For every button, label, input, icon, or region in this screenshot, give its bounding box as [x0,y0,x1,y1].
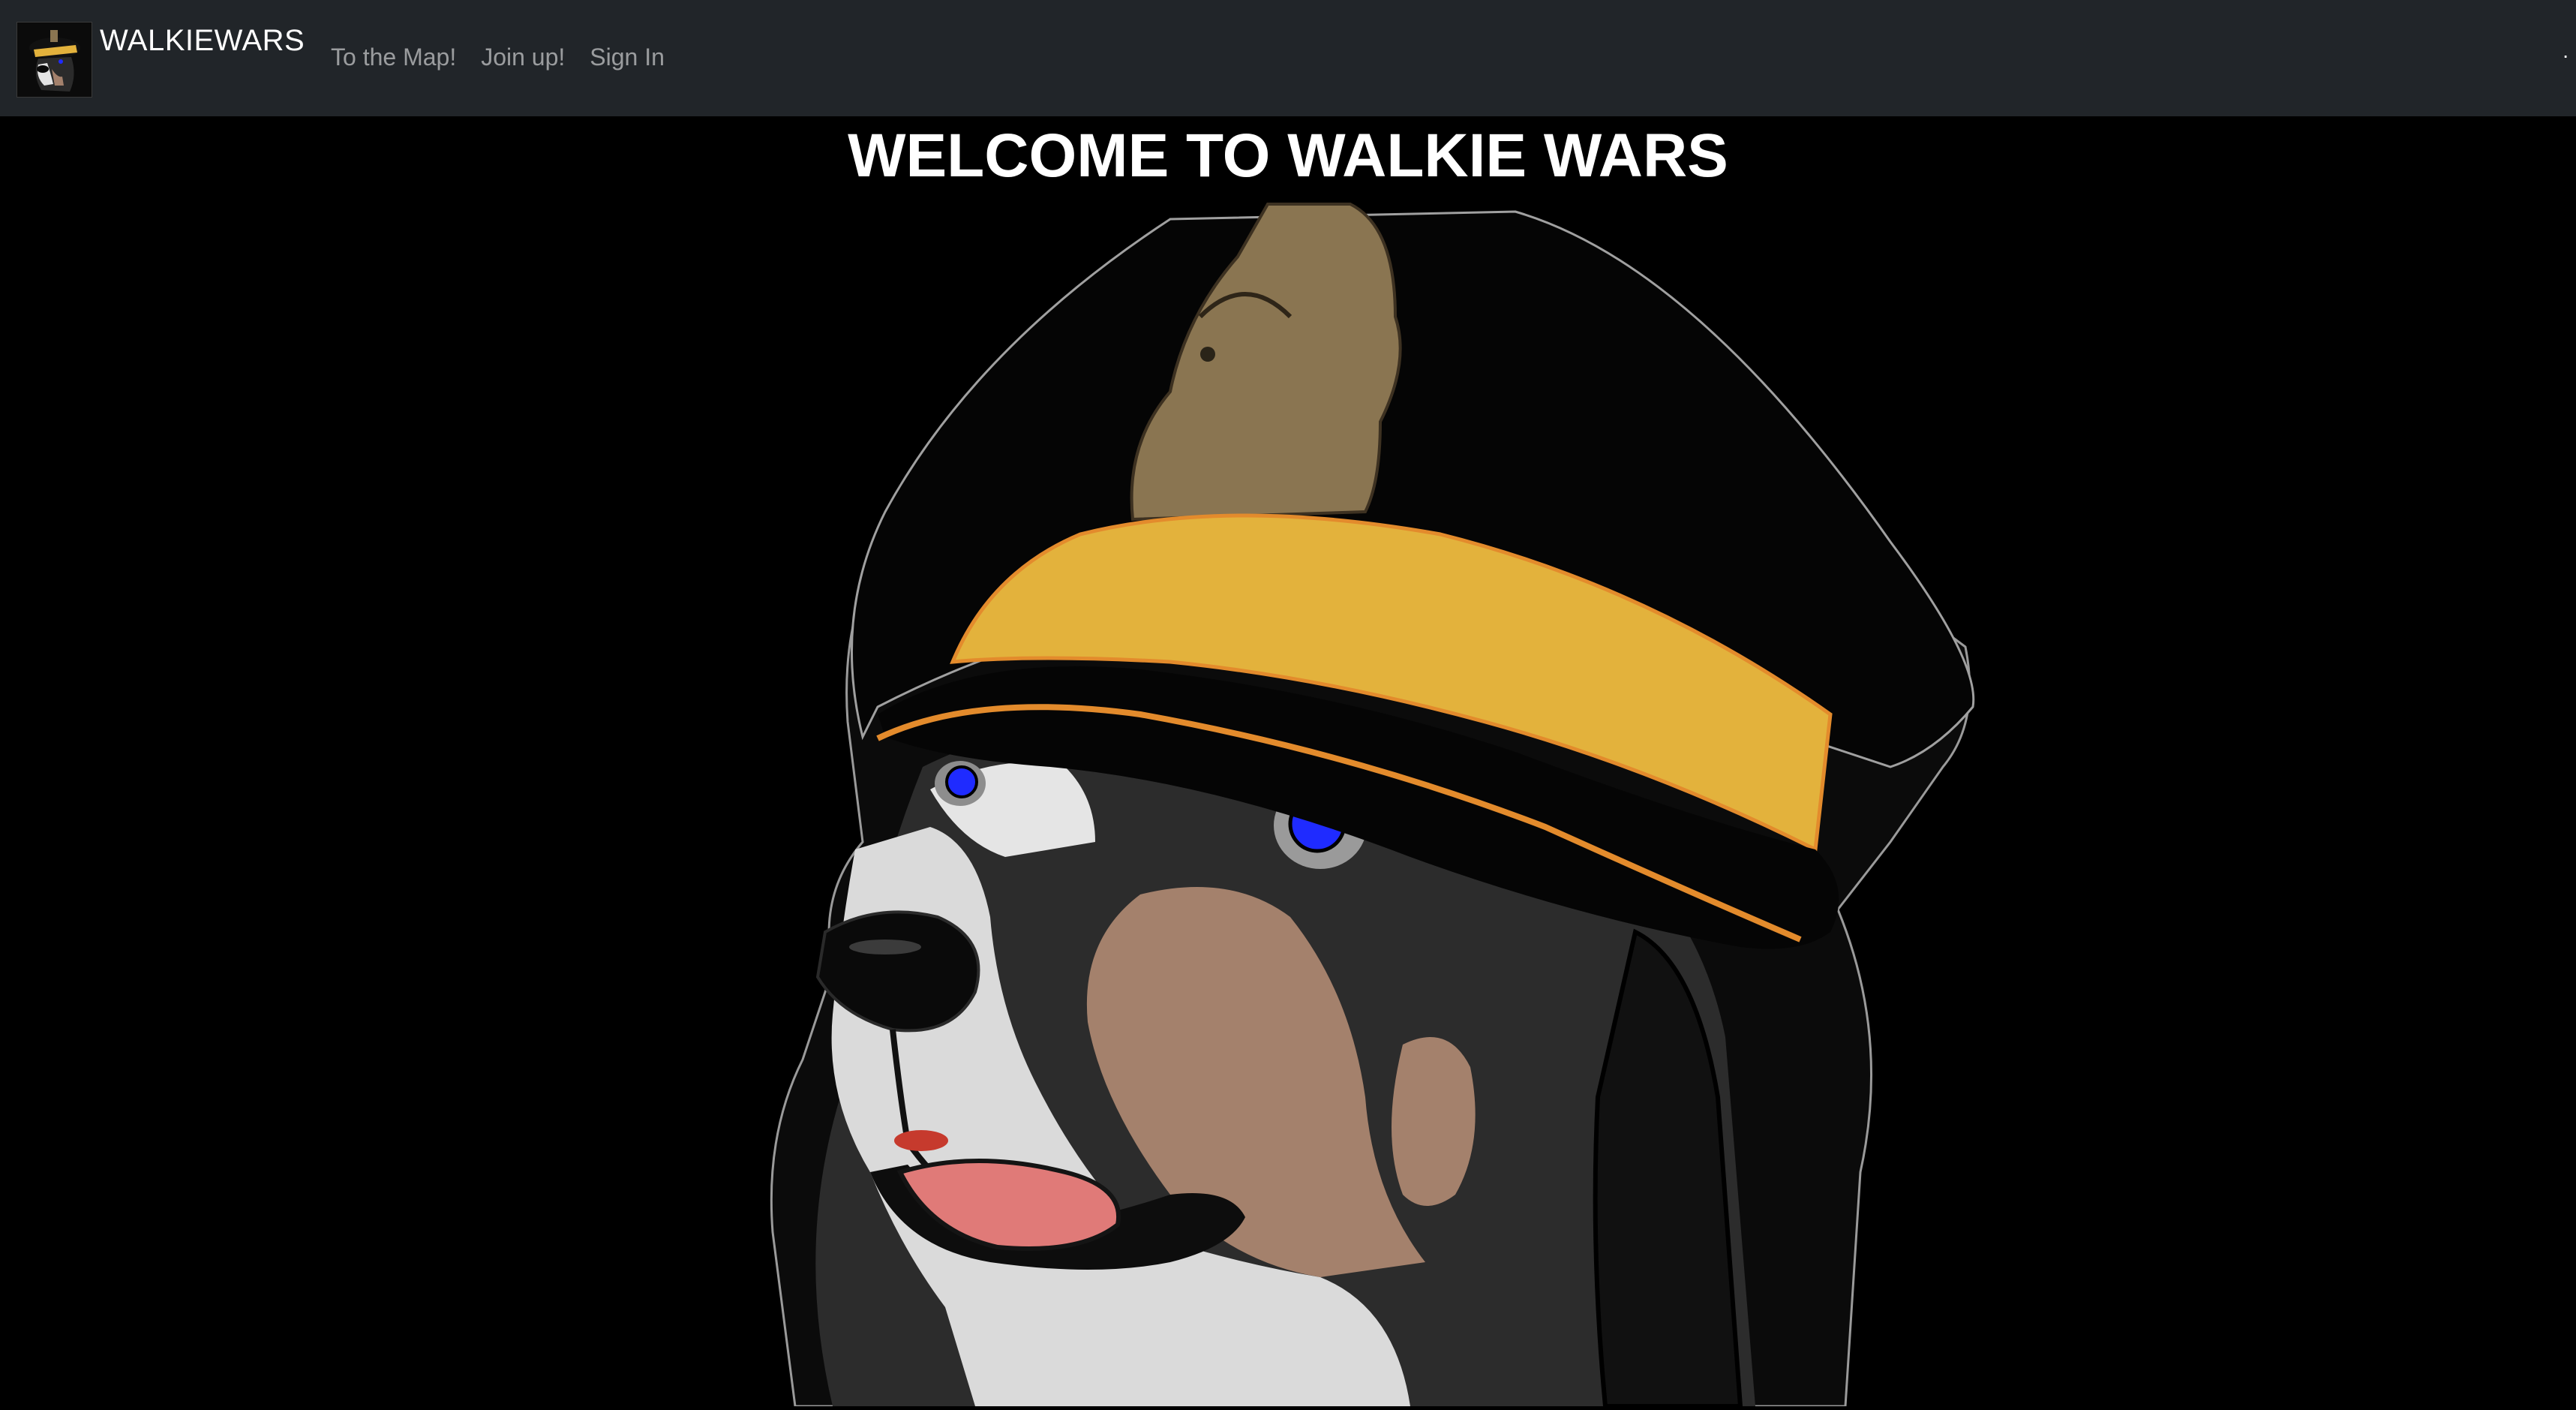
mascot-dog-illustration [750,197,1995,1408]
site-logo-icon[interactable] [17,22,92,98]
brand-link[interactable]: WALKIEWARS [100,23,305,59]
nav-link-join[interactable]: Join up! [481,42,565,72]
nav-links: To the Map! Join up! Sign In [331,42,665,72]
nav-link-sign-in[interactable]: Sign In [590,42,665,72]
page-title: WELCOME TO WALKIE WARS [848,122,1728,190]
nav-link-map[interactable]: To the Map! [331,42,456,72]
navbar-trailing-mark: . [2562,39,2568,62]
top-navbar: WALKIEWARS To the Map! Join up! Sign In … [0,0,2576,116]
